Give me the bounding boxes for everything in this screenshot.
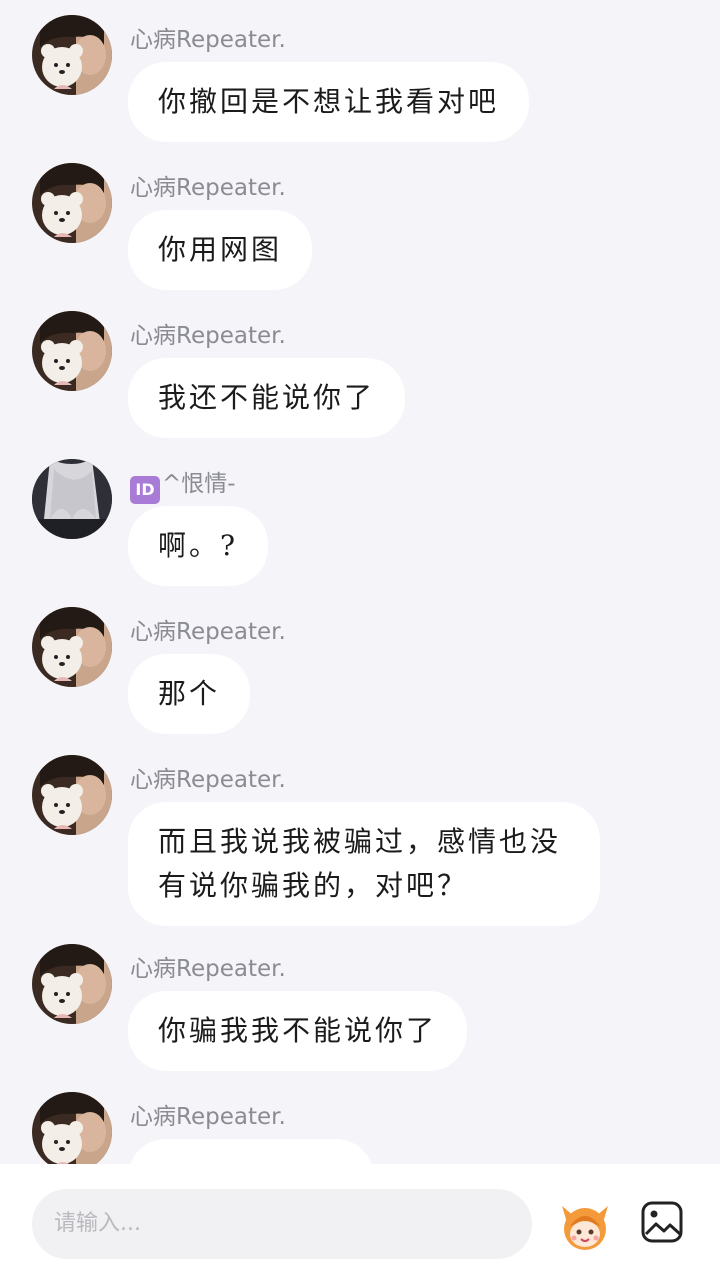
message-bubble[interactable]: 那个 [128,654,251,734]
id-badge-icon: ID [130,476,160,504]
sender-name: 心病Repeater. [130,175,286,201]
sender-name: ^恨情- [162,471,236,497]
message-bubble[interactable]: 而且我说我被骗过，感情也没有说你骗我的，对吧？ [128,802,600,926]
message-bubble[interactable] [128,1139,374,1164]
message-input[interactable]: 请输入... [32,1189,532,1259]
avatar[interactable] [32,607,112,687]
avatar[interactable] [32,1092,112,1164]
sender-name: 心病Repeater. [130,956,286,982]
message-bubble[interactable]: 你骗我我不能说你了 [128,991,468,1071]
input-bar: 请输入... [0,1164,720,1286]
sender-name: 心病Repeater. [130,323,286,349]
avatar[interactable] [32,944,112,1024]
message-bubble[interactable]: 你撤回是不想让我看对吧 [128,62,530,142]
mascot-emoji-icon[interactable] [556,1196,614,1254]
avatar[interactable] [32,163,112,243]
message-bubble[interactable]: 我还不能说你了 [128,358,406,438]
avatar[interactable] [32,755,112,835]
image-icon[interactable] [640,1200,684,1244]
avatar[interactable] [32,311,112,391]
sender-name: 心病Repeater. [130,619,286,645]
message-bubble[interactable]: 啊。? [128,506,269,586]
chat-area: 心病Repeater. 你撤回是不想让我看对吧 心病Repeater. 你用网图… [0,0,720,1164]
sender-name: 心病Repeater. [130,27,286,53]
avatar[interactable] [32,459,112,539]
message-bubble[interactable]: 你用网图 [128,210,313,290]
sender-name: 心病Repeater. [130,1104,286,1130]
sender-name: 心病Repeater. [130,767,286,793]
avatar[interactable] [32,15,112,95]
sender-name-row: ID ^恨情- [130,464,236,504]
